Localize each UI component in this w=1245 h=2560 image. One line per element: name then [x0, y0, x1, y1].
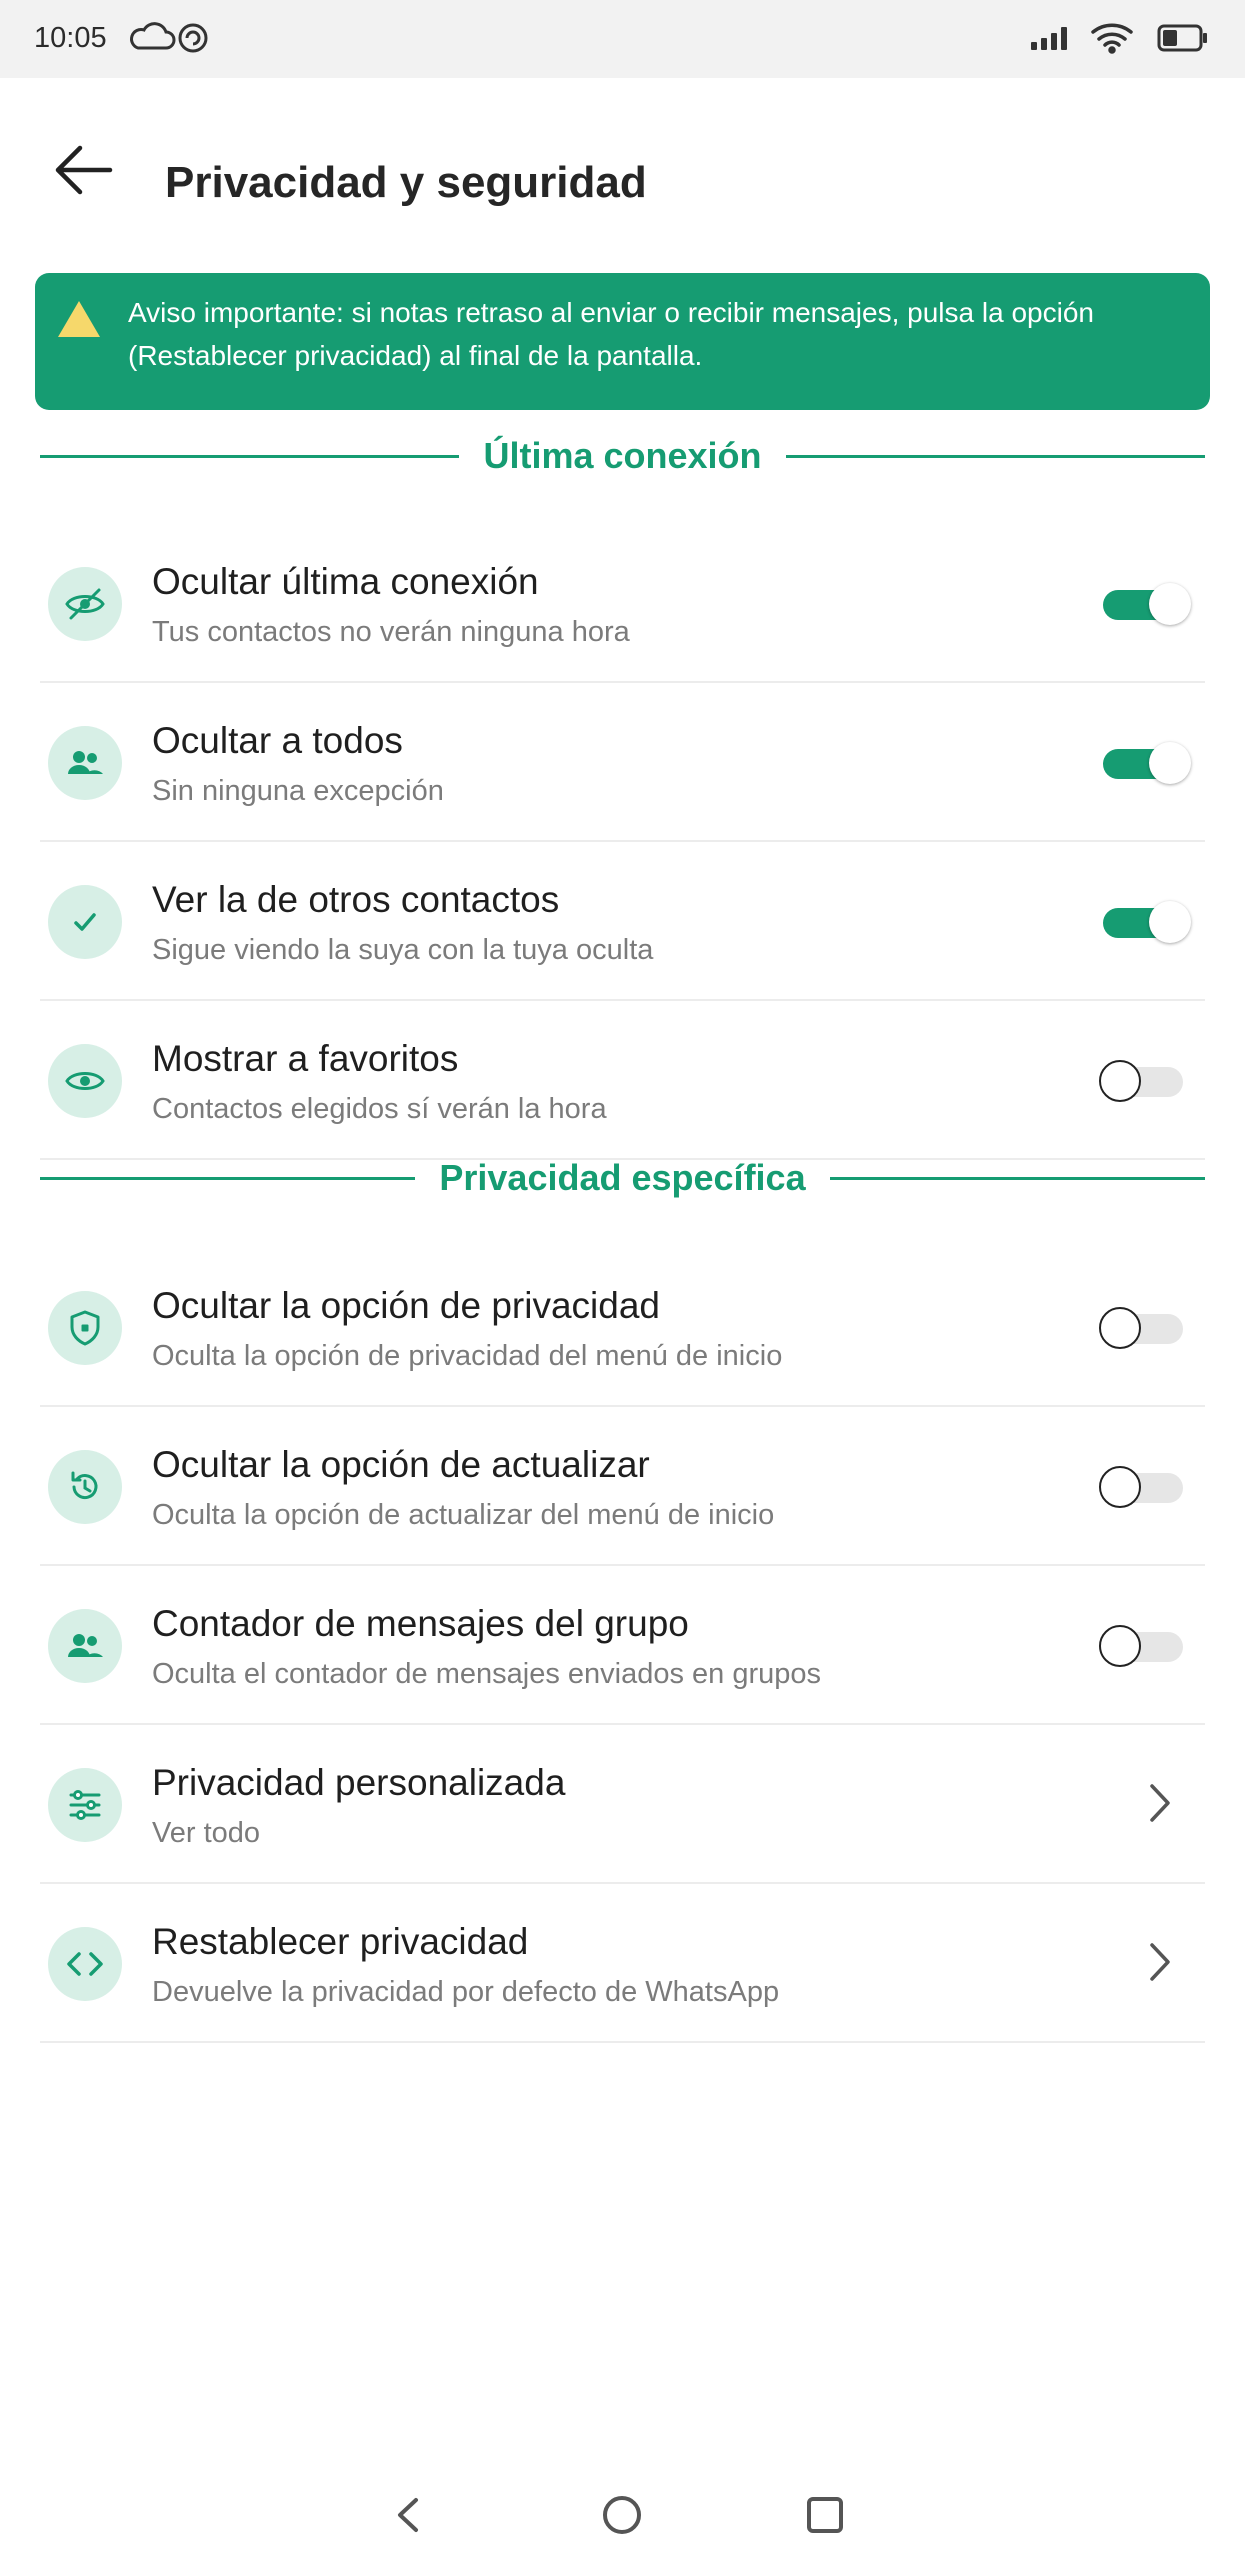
divider-line: [785, 454, 1205, 458]
status-right-icons: [1029, 18, 1219, 63]
code-icon: [48, 1927, 122, 2001]
setting-row-ver-otros-contactos[interactable]: Ver la de otros contactos Sigue viendo l…: [40, 842, 1205, 1001]
sliders-icon: [48, 1768, 122, 1842]
toggle-switch[interactable]: [1099, 1464, 1191, 1510]
cloud-icon: [130, 22, 176, 50]
setting-title: Ocultar la opción de privacidad: [152, 1285, 661, 1326]
toggle-knob: [1149, 742, 1191, 784]
setting-subtitle: Sigue viendo la suya con la tuya oculta: [152, 934, 654, 966]
section-title: Privacidad específica: [439, 1157, 806, 1198]
toggle-knob: [1149, 583, 1191, 625]
eye-icon: [48, 1044, 122, 1118]
setting-title: Mostrar a favoritos: [152, 1038, 459, 1079]
home-nav-icon: [603, 2496, 641, 2534]
nav-home-button[interactable]: [597, 2490, 647, 2545]
setting-subtitle: Oculta la opción de privacidad del menú …: [152, 1340, 783, 1372]
toggle-switch[interactable]: [1099, 899, 1191, 945]
signal-icon: [1031, 27, 1067, 50]
back-button[interactable]: [44, 130, 124, 210]
setting-row-contador-mensajes-grupo[interactable]: Contador de mensajes del grupo Oculta el…: [40, 1566, 1205, 1725]
setting-row-ocultar-a-todos[interactable]: Ocultar a todos Sin ninguna excepción: [40, 683, 1205, 842]
toggle-knob: [1099, 1307, 1141, 1349]
sync-icon: [178, 23, 208, 53]
shield-icon: [48, 1291, 122, 1365]
divider-line: [829, 1176, 1205, 1180]
setting-subtitle: Oculta la opción de actualizar del menú …: [152, 1499, 775, 1531]
important-notice-banner: Aviso importante: si notas retraso al en…: [35, 273, 1210, 410]
setting-title: Ocultar última conexión: [152, 561, 539, 602]
group-icon: [48, 726, 122, 800]
setting-row-ocultar-opcion-actualizar[interactable]: Ocultar la opción de actualizar Oculta l…: [40, 1407, 1205, 1566]
setting-row-mostrar-a-favoritos[interactable]: Mostrar a favoritos Contactos elegidos s…: [40, 1001, 1205, 1160]
history-icon: [48, 1450, 122, 1524]
app-header: Privacidad y seguridad: [0, 78, 1245, 268]
group-icon: [48, 1609, 122, 1683]
warning-icon: [58, 301, 100, 337]
chevron-right-icon: [1150, 1943, 1170, 1981]
setting-title: Ocultar a todos: [152, 720, 403, 761]
wifi-icon: [1091, 23, 1133, 54]
notice-text: Aviso importante: si notas retraso al en…: [128, 297, 1094, 371]
status-bar: 10:05: [0, 0, 1245, 78]
nav-recents-button[interactable]: [800, 2490, 850, 2545]
setting-subtitle: Ver todo: [152, 1817, 261, 1849]
arrow-left-icon: [55, 145, 113, 195]
toggle-knob: [1099, 1466, 1141, 1508]
toggle-switch[interactable]: [1099, 1058, 1191, 1104]
section-header-privacidad-especifica: Privacidad específica: [40, 1148, 1205, 1208]
setting-title: Ver la de otros contactos: [152, 879, 560, 920]
setting-subtitle: Oculta el contador de mensajes enviados …: [152, 1658, 822, 1690]
toggle-switch[interactable]: [1099, 1305, 1191, 1351]
status-time: 10:05: [34, 22, 107, 54]
toggle-switch[interactable]: [1099, 1623, 1191, 1669]
setting-row-privacidad-personalizada[interactable]: Privacidad personalizada Ver todo: [40, 1725, 1205, 1884]
setting-row-restablecer-privacidad[interactable]: Restablecer privacidad Devuelve la priva…: [40, 1884, 1205, 2043]
toggle-knob: [1099, 1060, 1141, 1102]
eye-off-icon: [48, 567, 122, 641]
setting-row-ocultar-ultima-conexion[interactable]: Ocultar última conexión Tus contactos no…: [40, 524, 1205, 683]
divider-line: [40, 1176, 416, 1180]
recents-nav-icon: [807, 2497, 843, 2533]
toggle-switch[interactable]: [1099, 740, 1191, 786]
toggle-knob: [1149, 901, 1191, 943]
setting-title: Restablecer privacidad: [152, 1921, 529, 1962]
setting-subtitle: Sin ninguna excepción: [152, 775, 444, 807]
setting-title: Contador de mensajes del grupo: [152, 1603, 689, 1644]
setting-subtitle: Tus contactos no verán ninguna hora: [152, 616, 630, 648]
setting-title: Ocultar la opción de actualizar: [152, 1444, 650, 1485]
system-nav-bar: [0, 2470, 1245, 2560]
page-title: Privacidad y seguridad: [165, 158, 647, 207]
back-nav-icon: [398, 2498, 418, 2532]
chevron-right-icon: [1150, 1784, 1170, 1822]
setting-title: Privacidad personalizada: [152, 1762, 566, 1803]
section-title: Última conexión: [483, 435, 762, 476]
setting-row-ocultar-opcion-privacidad[interactable]: Ocultar la opción de privacidad Oculta l…: [40, 1248, 1205, 1407]
section-header-ultima-conexion: Última conexión: [40, 426, 1205, 486]
divider-line: [40, 454, 460, 458]
toggle-knob: [1099, 1625, 1141, 1667]
status-left-icons: [128, 18, 218, 63]
nav-back-button[interactable]: [384, 2490, 434, 2545]
battery-icon: [1157, 24, 1207, 52]
toggle-switch[interactable]: [1099, 581, 1191, 627]
setting-subtitle: Contactos elegidos sí verán la hora: [152, 1093, 607, 1125]
setting-subtitle: Devuelve la privacidad por defecto de Wh…: [152, 1976, 780, 2008]
check-icon: [48, 885, 122, 959]
